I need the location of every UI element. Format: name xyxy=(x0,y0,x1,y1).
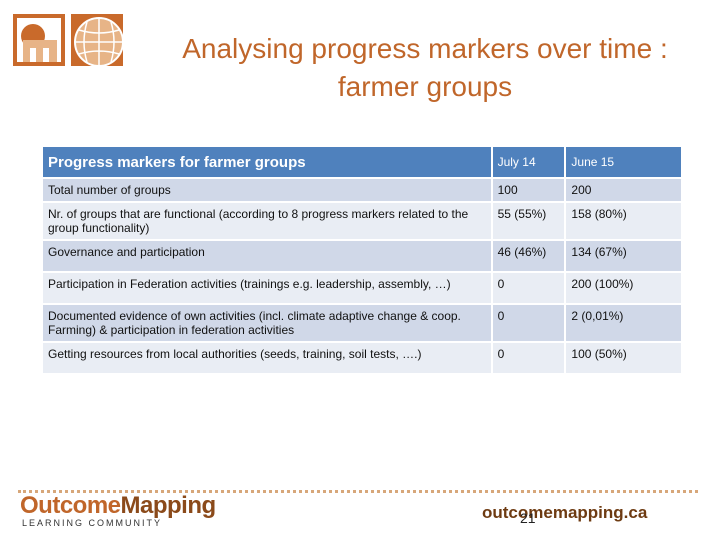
table-header-row: Progress markers for farmer groups July … xyxy=(43,147,683,179)
july-value: 100 xyxy=(492,179,567,203)
header-july-14: July 14 xyxy=(492,147,567,179)
june-value: 200 (100%) xyxy=(566,273,683,305)
table-row: Total number of groups 100 200 xyxy=(43,179,683,203)
title-line-2: farmer groups xyxy=(337,71,513,102)
row-label: Participation in Federation activities (… xyxy=(43,273,493,305)
table-row: Getting resources from local authorities… xyxy=(43,343,683,375)
slide-title: Analysing progress markers over time : f… xyxy=(150,30,700,106)
july-value: 55 (55%) xyxy=(492,203,567,241)
brand-outcome: Outcome xyxy=(20,492,121,519)
row-label: Total number of groups xyxy=(43,179,493,203)
table-row: Participation in Federation activities (… xyxy=(43,273,683,305)
july-value: 0 xyxy=(492,343,567,375)
brand-mapping: Mapping xyxy=(120,492,217,519)
progress-markers-table: Progress markers for farmer groups July … xyxy=(43,147,683,375)
june-value: 2 (0,01%) xyxy=(566,305,683,343)
june-value: 100 (50%) xyxy=(566,343,683,375)
row-label: Governance and participation xyxy=(43,241,493,273)
table-row: Governance and participation 46 (46%) 13… xyxy=(43,241,683,273)
july-value: 0 xyxy=(492,273,567,305)
outcome-mapping-brand: OutcomeMapping xyxy=(20,492,216,520)
july-value: 46 (46%) xyxy=(492,241,567,273)
brand-subtitle: LEARNING COMMUNITY xyxy=(22,518,163,528)
header-june-15: June 15 xyxy=(566,147,683,179)
june-value: 200 xyxy=(566,179,683,203)
june-value: 158 (80%) xyxy=(566,203,683,241)
row-label: Nr. of groups that are functional (accor… xyxy=(43,203,493,241)
outcome-mapping-logo xyxy=(13,14,124,66)
table-row: Documented evidence of own activities (i… xyxy=(43,305,683,343)
row-label: Documented evidence of own activities (i… xyxy=(43,305,493,343)
july-value: 0 xyxy=(492,305,567,343)
table-row: Nr. of groups that are functional (accor… xyxy=(43,203,683,241)
website-url: outcomemapping.ca xyxy=(482,503,648,522)
header-progress-markers: Progress markers for farmer groups xyxy=(43,147,493,179)
row-label: Getting resources from local authorities… xyxy=(43,343,493,375)
title-line-1: Analysing progress markers over time : xyxy=(182,33,668,64)
june-value: 134 (67%) xyxy=(566,241,683,273)
slide-number: 21 xyxy=(520,510,536,526)
